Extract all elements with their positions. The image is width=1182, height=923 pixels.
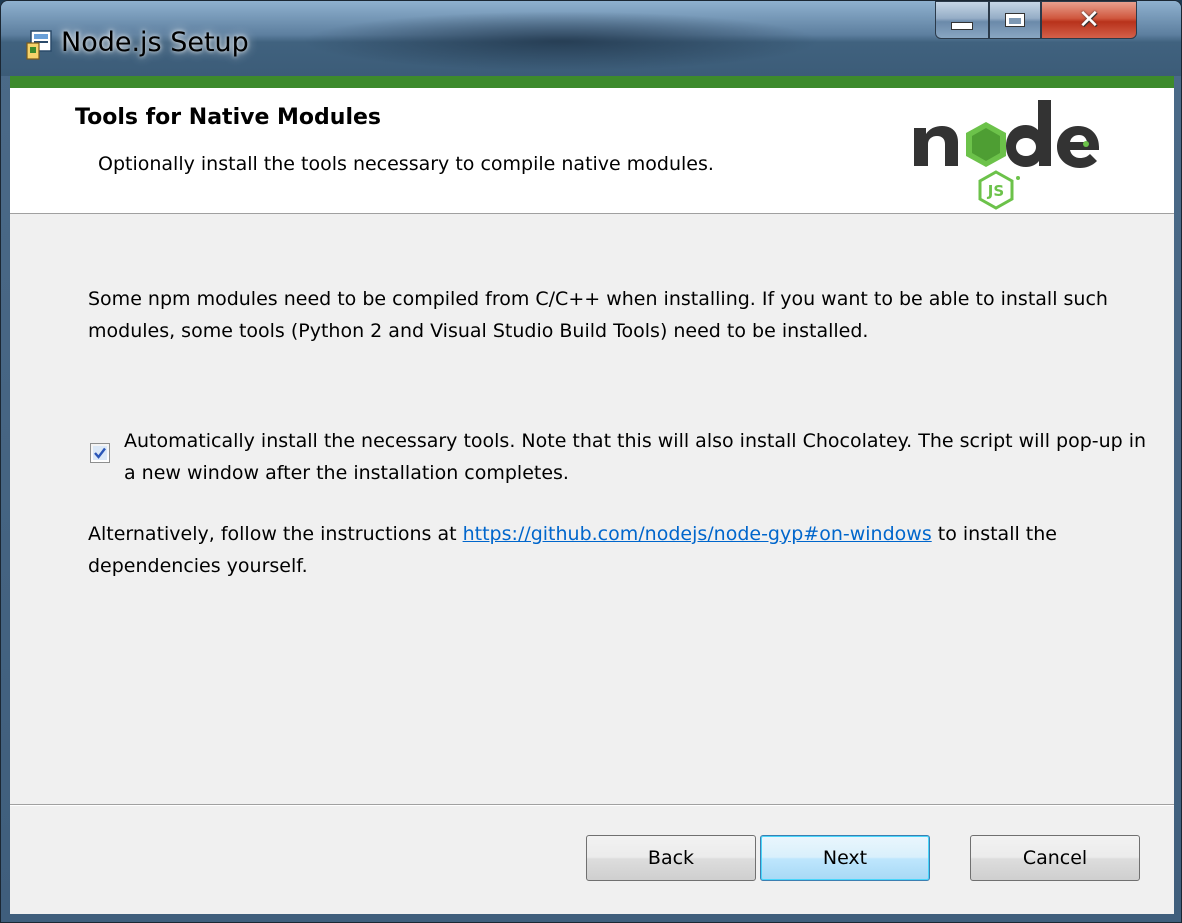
page-subtitle: Optionally install the tools necessary t… (98, 153, 714, 175)
window-title: Node.js Setup (61, 27, 249, 58)
title-bar[interactable]: Node.js Setup ✕ (1, 1, 1181, 76)
dialog-content: Tools for Native Modules Optionally inst… (10, 88, 1174, 914)
minimize-button[interactable] (935, 1, 989, 39)
setup-window: Node.js Setup ✕ Tools for Native Modules… (0, 0, 1182, 923)
next-button[interactable]: Next (760, 835, 930, 881)
installer-icon (26, 30, 52, 60)
cancel-button[interactable]: Cancel (970, 835, 1140, 881)
close-button[interactable]: ✕ (1041, 1, 1137, 39)
title-bar-glow (301, 11, 821, 71)
maximize-icon (1005, 13, 1025, 27)
back-button[interactable]: Back (586, 835, 756, 881)
svg-text:JS: JS (987, 182, 1004, 200)
page-title: Tools for Native Modules (75, 105, 382, 130)
node-gyp-link[interactable]: https://github.com/nodejs/node-gyp#on-wi… (463, 523, 932, 545)
description-text: Some npm modules need to be compiled fro… (88, 288, 1108, 342)
auto-install-checkbox[interactable] (90, 443, 110, 463)
footer-divider (10, 804, 1174, 806)
nodejs-logo: JS (914, 100, 1099, 210)
auto-install-label[interactable]: Automatically install the necessary tool… (124, 425, 1154, 489)
alternative-prefix: Alternatively, follow the instructions a… (88, 523, 457, 545)
dialog-header: Tools for Native Modules Optionally inst… (10, 88, 1174, 214)
minimize-icon (951, 22, 973, 30)
close-icon: ✕ (1078, 5, 1100, 35)
alternative-text: Alternatively, follow the instructions a… (88, 518, 1148, 582)
maximize-button[interactable] (989, 1, 1041, 39)
checkmark-icon (93, 446, 107, 460)
